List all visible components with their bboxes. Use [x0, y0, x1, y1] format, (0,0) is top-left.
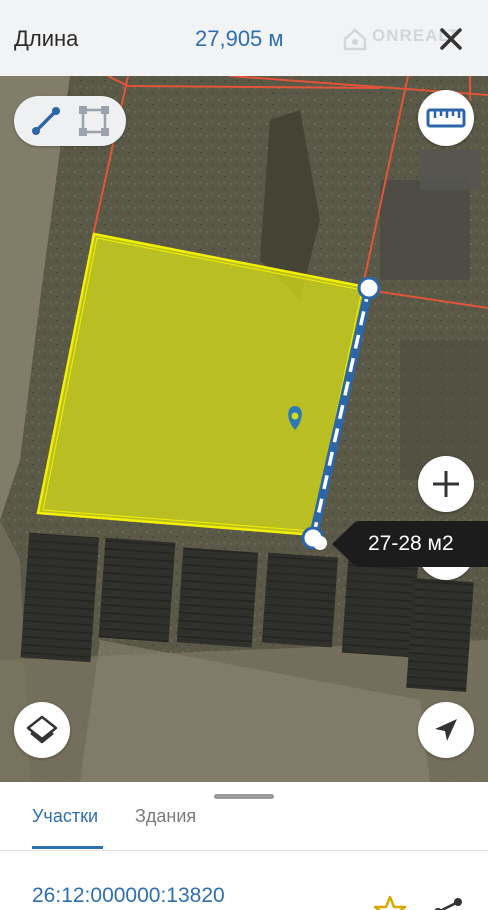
satellite-map[interactable]: 27-28 м2: [0, 76, 488, 782]
plus-icon: [433, 471, 459, 497]
sheet-drag-handle[interactable]: [214, 794, 274, 799]
tab-buildings[interactable]: Здания: [135, 806, 196, 850]
measure-mode-toggle: [14, 96, 126, 146]
layers-button[interactable]: [14, 702, 70, 758]
ruler-button[interactable]: [418, 90, 474, 146]
navigation-arrow-icon: [435, 719, 457, 741]
area-tooltip-text: 27-28 м2: [368, 532, 454, 555]
ruler-icon: [426, 108, 466, 128]
cadastral-number[interactable]: 26:12:000000:13820: [32, 884, 225, 908]
bottom-sheet: Участки Здания 26:12:000000:13820: [0, 782, 488, 910]
measure-header: Длина 27,905 м ONREALT: [0, 0, 488, 76]
star-icon: [373, 895, 407, 910]
map-imagery: [0, 76, 488, 782]
my-location-button[interactable]: [418, 702, 474, 758]
tab-parcels[interactable]: Участки: [32, 806, 98, 850]
active-tab-indicator: [32, 846, 103, 849]
zoom-in-button[interactable]: [418, 456, 474, 512]
parcel-polygon[interactable]: [36, 232, 368, 537]
favorite-button[interactable]: [372, 894, 408, 910]
close-button[interactable]: [432, 20, 470, 58]
measure-label: Длина: [14, 26, 79, 51]
measure-handle-start[interactable]: [357, 276, 381, 300]
area-tooltip: 27-28 м2: [332, 519, 488, 569]
area-mode-button[interactable]: [66, 96, 122, 146]
area-measure-icon: [79, 106, 109, 136]
share-button[interactable]: [430, 894, 466, 910]
line-measure-icon: [32, 107, 60, 135]
measure-value: 27,905 м: [195, 26, 284, 51]
layers-icon: [26, 715, 58, 744]
tabs-divider: [0, 850, 488, 851]
share-icon: [434, 898, 462, 910]
close-icon: [440, 28, 462, 50]
